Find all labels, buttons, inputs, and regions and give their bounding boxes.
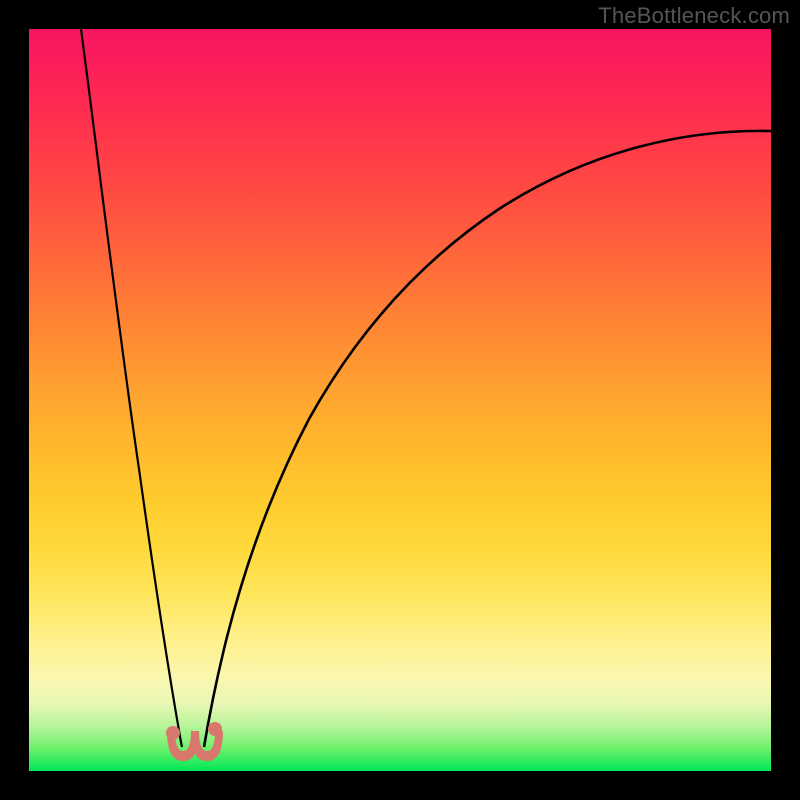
- chart-frame: TheBottleneck.com: [0, 0, 800, 800]
- minimum-marker: [166, 722, 223, 761]
- curve-svg: [29, 29, 771, 771]
- curve-right-branch: [204, 131, 771, 747]
- plot-area: [29, 29, 771, 771]
- curve-left-branch: [81, 29, 182, 747]
- watermark-label: TheBottleneck.com: [598, 3, 790, 29]
